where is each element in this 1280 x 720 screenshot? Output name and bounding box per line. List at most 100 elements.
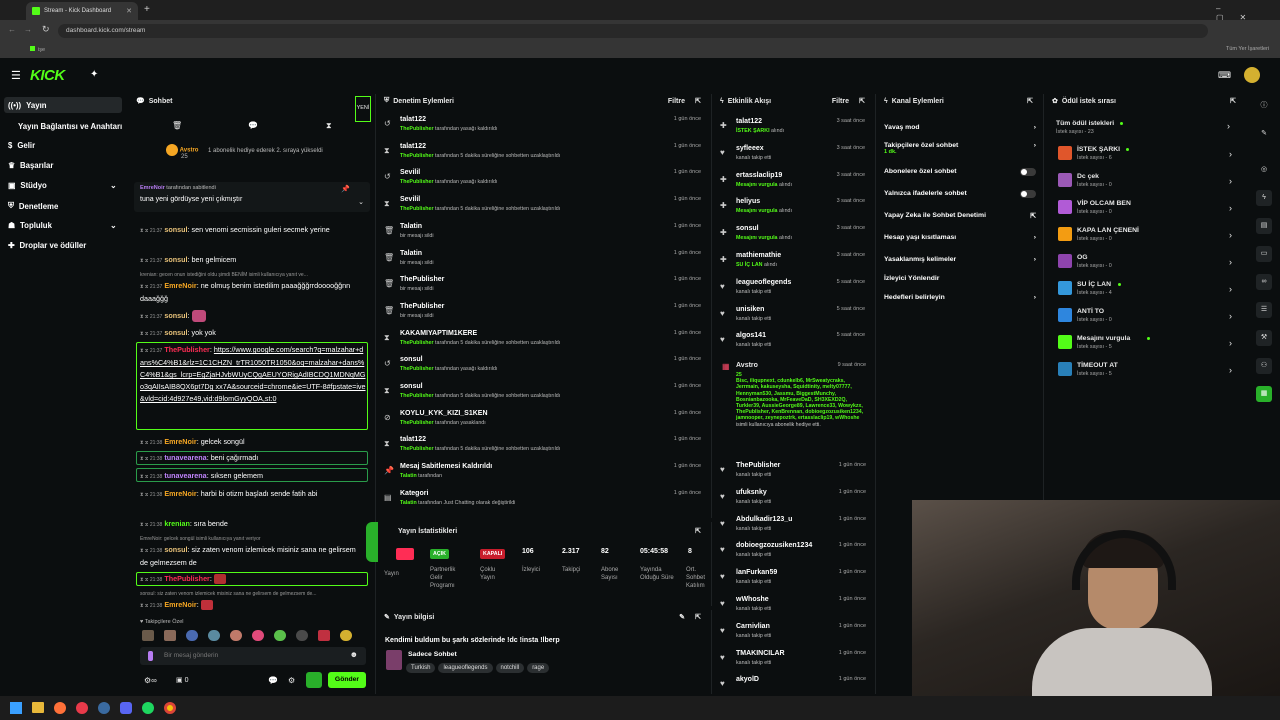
msg-user[interactable]: sonsul [164,255,187,264]
emote-icon[interactable] [186,630,198,641]
msg-user[interactable]: sonsul [164,545,187,554]
moderation-target[interactable]: sonsul [400,356,423,363]
tool-icon[interactable]: ⚒ [1256,330,1272,346]
avatar[interactable] [1244,67,1260,83]
moderation-target[interactable]: KOYLU_KYK_KIZI_S1KEN [400,410,488,417]
file-explorer-icon[interactable] [32,702,44,713]
msg-user[interactable]: EmreNoir [164,281,196,290]
moderator-name[interactable]: ThePublisher [400,420,434,426]
moderation-target[interactable]: ThePublisher [400,276,444,283]
chat-input[interactable]: Bir mesaj gönderin ☻ [140,647,366,665]
popout-icon[interactable]: ⇱ [695,613,701,621]
menu-icon[interactable]: ☰ [11,69,21,82]
msg-user[interactable]: tunavearena [164,453,206,462]
moderator-name[interactable]: ThePublisher [400,153,434,159]
trash-icon[interactable]: 🗑 [172,121,182,130]
moderation-target[interactable]: Sevilil [400,169,420,176]
channel-setting[interactable]: İzleyici Yönlendir [884,275,1036,282]
emote-icon[interactable] [252,630,264,641]
settings-icon[interactable]: ⚙ [288,676,295,685]
reward-item[interactable]: İSTEK ŞARKI İstek sayısı - 6 › [1058,144,1238,168]
activity-user[interactable]: ertasslaclip19 [736,172,782,179]
emote-row[interactable] [142,630,366,642]
emote-icon[interactable] [274,630,286,641]
moderator-name[interactable]: ThePublisher [400,340,434,346]
channel-setting[interactable]: Abonelere özel sohbet [884,168,1036,176]
activity-user[interactable]: algos141 [736,332,766,339]
all-rewards-row[interactable]: Tüm ödül istekleri İstek sayısı - 23 › [1056,118,1236,138]
firefox-icon[interactable] [54,702,66,714]
chat-icon[interactable]: ▭ [1256,246,1272,262]
activity-user[interactable]: heliyus [736,198,760,205]
tag[interactable]: notchill [495,663,525,673]
bookmark-item[interactable]: işe [30,46,45,53]
emote-icon[interactable] [230,630,242,641]
popout-icon[interactable]: ⇱ [1230,97,1236,105]
activity-user[interactable]: akyolD [736,676,759,683]
bolt-icon[interactable]: ϟ [1256,190,1272,206]
activity-user[interactable]: syfleeex [736,145,764,152]
hourglass-icon[interactable]: ⧗ [326,121,332,131]
moderation-target[interactable]: Kategori [400,490,428,497]
chat-menu-button[interactable]: YENİ [355,96,371,122]
msg-user[interactable]: ThePublisher [164,574,210,583]
list-icon[interactable]: ☰ [1256,302,1272,318]
moderator-name[interactable]: Talatin [400,500,417,506]
steam-icon[interactable] [98,702,110,714]
reward-item[interactable]: VİP OLCAM BEN İstek sayısı - 0 › [1058,198,1238,222]
reward-item[interactable]: KAPA LAN ÇENENİ İstek sayısı - 0 › [1058,225,1238,249]
moderation-target[interactable]: Mesaj Sabitlemesi Kaldırıldı [400,463,492,470]
toggle-switch[interactable] [1020,190,1036,198]
channel-setting[interactable]: Yavaş mod › [884,124,1036,131]
edit-icon[interactable]: ✎ [679,613,685,621]
moderator-name[interactable]: ThePublisher [400,179,434,185]
sidebar-item-yayin[interactable]: ((•)) Yayın [8,101,47,110]
msg-user[interactable]: tunavearena [164,471,206,480]
channel-setting[interactable]: Takipçilere özel sohbet 1 dk. › [884,142,1036,155]
popout-icon[interactable]: ⇱ [1027,97,1033,105]
popout-icon[interactable]: ⇱ [695,527,701,535]
activity-user[interactable]: ufuksnky [736,489,767,496]
new-tab-icon[interactable]: + [144,4,150,15]
reward-item[interactable]: Dc çek İstek sayısı - 0 › [1058,171,1238,195]
moderation-target[interactable]: Talatin [400,223,422,230]
close-tab-icon[interactable]: ✕ [126,7,132,15]
moderator-name[interactable]: ThePublisher [400,446,434,452]
channel-setting[interactable]: Hesap yaşı kısıtlaması › [884,234,1036,241]
moderator-name[interactable]: ThePublisher [400,366,434,372]
browser-tab[interactable]: Stream - Kick Dashboard ✕ [26,2,138,20]
tag[interactable]: rage [527,663,550,673]
forward-icon[interactable]: → [24,25,32,34]
sidebar-item-topluluk[interactable]: ☗ Topluluk ⌄ [8,221,117,230]
windows-start-icon[interactable] [10,702,22,714]
channel-setting[interactable]: Yalnızca ifadelerle sohbet [884,190,1036,198]
emote-icon[interactable] [296,630,308,641]
moderation-filter[interactable]: Filtre [668,98,685,105]
msg-user[interactable]: sonsul [164,328,187,337]
app-icon[interactable] [76,702,88,714]
edit-layout-icon[interactable]: ✎ [1256,126,1272,142]
moderation-target[interactable]: talat122 [400,143,426,150]
emoji-icon[interactable]: ☻ [350,650,358,659]
keyboard-icon[interactable]: ⌨ [1218,70,1231,81]
activity-user[interactable]: dobioegzozusiken1234 [736,542,812,549]
users-icon[interactable]: ⚇ [1256,358,1272,374]
activity-user[interactable]: lanFurkan59 [736,569,777,576]
activity-user[interactable]: sonsul [736,225,759,232]
msg-user[interactable]: sonsul [164,311,187,320]
moderation-target[interactable]: talat122 [400,436,426,443]
activity-user[interactable]: wWhoshe [736,596,769,603]
activity-user[interactable]: Carnivlian [736,623,770,630]
msg-user[interactable]: EmreNoir [164,489,196,498]
discord-icon[interactable] [120,702,132,714]
bot-button[interactable] [306,672,322,688]
url-field[interactable]: dashboard.kick.com/stream [58,24,1208,38]
moderation-target[interactable]: KAKAMIYAPTIM1KERE [400,330,477,337]
chat-bubble-icon[interactable]: 💬 [248,121,258,130]
camera-icon[interactable]: ◎ [1256,162,1272,178]
activity-user[interactable]: leagueoflegends [736,279,791,286]
sidebar-item-gelir[interactable]: $ Gelir [8,141,35,150]
moderator-name[interactable]: Talatin [400,473,417,479]
send-button[interactable]: Gönder [328,672,366,688]
moderation-target[interactable]: talat122 [400,116,426,123]
